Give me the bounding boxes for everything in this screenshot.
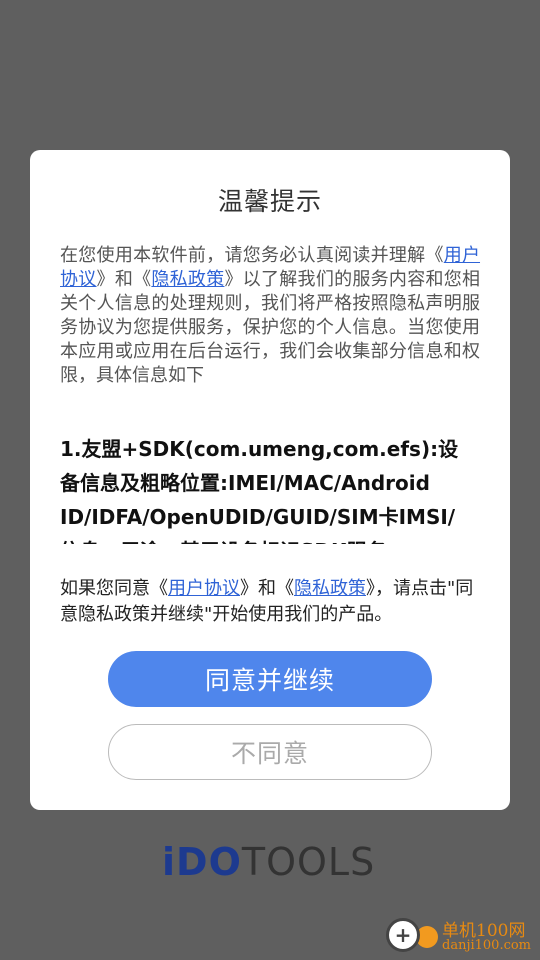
consent-user-agreement-link[interactable]: 用户协议	[168, 578, 240, 599]
consent-text: 如果您同意《用户协议》和《隐私政策》，请点击"同意隐私政策并继续"开始使用我们的…	[60, 576, 480, 628]
consent-part2: 》和《	[240, 578, 294, 599]
watermark-line2: danji100.com	[442, 938, 532, 953]
site-watermark: + 单机100网 danji100.com	[380, 912, 540, 960]
sdk-list: 1.友盟+SDK(com.umeng,com.efs):设 备信息及粗略位置:I…	[60, 432, 480, 544]
privacy-policy-link[interactable]: 隐私政策	[151, 269, 224, 290]
sdk-line: 1.友盟+SDK(com.umeng,com.efs):设	[60, 437, 459, 461]
decline-button[interactable]: 不同意	[108, 724, 432, 780]
intro-part2: 》和《	[96, 269, 152, 290]
logo-part2: TOOLS	[241, 840, 376, 884]
privacy-dialog: 温馨提示 在您使用本软件前，请您务必认真阅读并理解《用户协议》和《隐私政策》以了…	[30, 150, 510, 810]
consent-part1: 如果您同意《	[60, 578, 168, 599]
app-logo: iDOTOOLS	[162, 840, 375, 884]
plus-circle-icon: +	[386, 918, 420, 952]
consent-privacy-policy-link[interactable]: 隐私政策	[294, 578, 366, 599]
sdk-line: 信息，用途：基于设备标识SDK服务	[60, 534, 480, 544]
intro-text: 在您使用本软件前，请您务必认真阅读并理解《用户协议》和《隐私政策》以了解我们的服…	[60, 244, 480, 388]
sdk-list-scroll[interactable]: 1.友盟+SDK(com.umeng,com.efs):设 备信息及粗略位置:I…	[60, 432, 480, 544]
intro-part1: 在您使用本软件前，请您务必认真阅读并理解《	[60, 245, 444, 266]
sdk-line: 备信息及粗略位置:IMEI/MAC/Android	[60, 471, 430, 495]
logo-part1: iDO	[162, 840, 242, 884]
dialog-title: 温馨提示	[217, 187, 322, 216]
agree-button[interactable]: 同意并继续	[108, 651, 432, 707]
sdk-line: ID/IDFA/OpenUDID/GUID/SIM卡IMSI/	[60, 505, 456, 529]
